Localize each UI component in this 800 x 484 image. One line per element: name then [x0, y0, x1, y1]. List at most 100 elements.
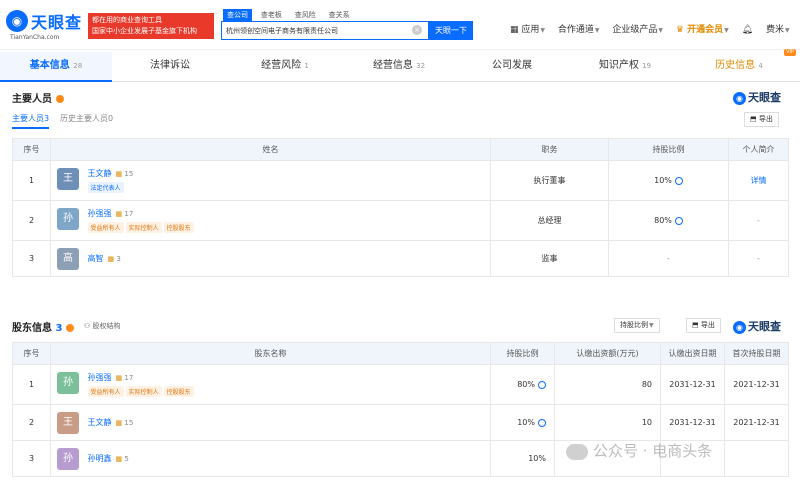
nav-user[interactable]: 费米▼ — [766, 22, 790, 35]
tab-ip[interactable]: 知识产权 19 — [568, 52, 682, 82]
holdings-badge[interactable]: ▦ 17 — [116, 210, 134, 218]
ratio-sort-button[interactable]: 持股比例▼ — [614, 318, 660, 333]
col-name: 姓名 — [50, 138, 491, 161]
history-icon[interactable] — [538, 418, 546, 427]
nav-apps[interactable]: ▦ 应用▼ — [510, 22, 545, 35]
export-label: 导出 — [758, 115, 773, 123]
shareholder-cell: 孙 孙强强 ▦ 17 受益所有人 实际控制人 控股股东 — [50, 364, 491, 405]
holdings-badge[interactable]: ▦ 3 — [108, 255, 121, 263]
holdings-badge[interactable]: ▦ 17 — [116, 374, 134, 382]
brand-logo: ◉ 天眼查 — [733, 318, 781, 334]
search-tab-boss[interactable]: 查老板 — [257, 9, 286, 21]
holdings-count: 15 — [124, 170, 134, 178]
tag-beneficiary: 受益所有人 — [87, 386, 124, 397]
col-amount[interactable]: 认缴出资额(万元) — [554, 342, 661, 365]
person-cell: 孙 孙强强 ▦ 17 受益所有人 实际控制人 控股股东 — [50, 200, 491, 241]
role: 执行董事 — [490, 160, 609, 201]
tab-count: 32 — [416, 62, 426, 70]
nav-bell[interactable]: 🔔︎ — [742, 25, 753, 35]
export-icon: ⬒ — [692, 321, 701, 329]
tab-history[interactable]: 历史信息 4 VIP — [682, 49, 796, 82]
table-header: 序号 股东名称 持股比例 认缴出资额(万元) 认缴出资日期 首次持股日期 — [12, 342, 789, 365]
col-shareholder: 股东名称 — [50, 342, 491, 365]
row-index: 1 — [12, 160, 51, 201]
tab-basic-info[interactable]: 基本信息 28 — [0, 52, 112, 82]
table-row: 1 王 王文静 ▦ 15 法定代表人 执行董事 10% 详情 — [12, 160, 789, 201]
section-tabs: 基本信息 28 法律诉讼 经营风险 1 经营信息 32 公司发展 知识产权 19… — [0, 49, 800, 82]
tab-business-info[interactable]: 经营信息 32 — [342, 52, 456, 82]
person-name-link[interactable]: 高智 — [88, 254, 104, 263]
role: 总经理 — [490, 200, 609, 241]
col-ratio[interactable]: 持股比例 — [490, 342, 555, 365]
col-index: 序号 — [12, 342, 51, 365]
hot-icon — [66, 324, 75, 332]
nav-user-label: 费米 — [765, 25, 784, 35]
person-name-link[interactable]: 孙强强 — [88, 209, 112, 218]
equity-structure-link[interactable]: ⚇ 股权结构 — [84, 321, 121, 331]
history-icon[interactable] — [538, 380, 546, 389]
personnel-table: 序号 姓名 职务 持股比例 个人简介 1 王 王文静 ▦ 15 法定代表人 执行董… — [12, 138, 789, 277]
logo[interactable]: ◉ 天眼查 TianYanCha.com — [6, 8, 86, 42]
search-button[interactable]: 天眼一下 — [429, 21, 473, 40]
export-button[interactable]: ⬒ 导出 — [744, 112, 779, 127]
col-first-date[interactable]: 首次持股日期 — [724, 342, 789, 365]
role: 监事 — [490, 240, 609, 277]
avatar: 高 — [57, 247, 79, 270]
history-icon[interactable] — [674, 216, 683, 225]
watermark-text: 公众号 · 电商头条 — [593, 442, 713, 460]
logo-text: 天眼查 — [31, 13, 83, 32]
nav-vip[interactable]: ♛ 开通会员▼ — [676, 22, 729, 35]
table-row: 2 王 王文静 ▦ 15 10% 10 2031-12-31 2021-12-31 — [12, 404, 789, 441]
table-row: 2 孙 孙强强 ▦ 17 受益所有人 实际控制人 控股股东 总经理 80% - — [12, 200, 789, 241]
search-type-tabs: 查公司 查老板 查风险 查关系 — [223, 9, 356, 21]
hot-icon — [56, 95, 64, 103]
export-button[interactable]: ⬒ 导出 — [686, 318, 721, 333]
ratio-cell: 10% — [608, 160, 729, 201]
first-date — [724, 440, 789, 477]
table-row: 1 孙 孙强强 ▦ 17 受益所有人 实际控制人 控股股东 80% 80 2031-1… — [12, 364, 789, 405]
first-date: 2021-12-31 — [724, 404, 789, 441]
holdings-badge[interactable]: ▦ 5 — [116, 455, 129, 463]
top-header: ◉ 天眼查 TianYanCha.com 都在用的商业查询工具 国家中小企业发展… — [0, 0, 800, 50]
subtab-history-personnel[interactable]: 历史主要人员0 — [60, 113, 113, 127]
search-tab-relation[interactable]: 查关系 — [325, 9, 354, 21]
history-icon[interactable] — [674, 176, 683, 185]
subtab-current-personnel[interactable]: 主要人员3 — [12, 113, 50, 129]
table-header: 序号 姓名 职务 持股比例 个人简介 — [12, 138, 789, 161]
tab-label: 历史信息 — [715, 60, 756, 71]
holdings-count: 15 — [124, 418, 134, 427]
tab-litigation[interactable]: 法律诉讼 — [112, 52, 228, 82]
col-role: 职务 — [490, 138, 609, 161]
nav-partner[interactable]: 合作通道▼ — [558, 22, 600, 35]
tab-label: 法律诉讼 — [150, 60, 190, 71]
col-date[interactable]: 认缴出资日期 — [660, 342, 725, 365]
tab-business-risk[interactable]: 经营风险 1 — [228, 52, 342, 82]
nav-enterprise[interactable]: 企业级产品▼ — [612, 22, 663, 35]
search-input[interactable] — [222, 22, 402, 39]
chevron-down-icon: ▼ — [540, 27, 546, 34]
shareholder-name-link[interactable]: 孙明鑫 — [88, 454, 112, 463]
clear-icon[interactable]: × — [412, 25, 422, 35]
chevron-down-icon: ▼ — [594, 27, 600, 34]
search-tab-company[interactable]: 查公司 — [223, 9, 252, 21]
row-index: 2 — [12, 404, 51, 441]
holdings-count: 17 — [124, 374, 134, 382]
col-bio: 个人简介 — [728, 138, 789, 161]
section-count: 3 — [55, 323, 63, 334]
table-row: 3 高 高智 ▦ 3 监事 - - — [12, 240, 789, 277]
holdings-badge[interactable]: ▦ 15 — [116, 419, 134, 427]
person-cell: 高 高智 ▦ 3 — [50, 240, 491, 277]
tag-controller: 实际控制人 — [125, 222, 162, 233]
ratio-cell: 10% — [490, 404, 555, 441]
bio-link[interactable]: 详情 — [751, 176, 767, 185]
search-tab-risk[interactable]: 查风险 — [291, 9, 320, 21]
shareholder-name-link[interactable]: 王文静 — [88, 418, 112, 427]
shareholder-name-link[interactable]: 孙强强 — [88, 373, 112, 382]
person-name-link[interactable]: 王文静 — [88, 169, 112, 178]
tab-development[interactable]: 公司发展 — [456, 52, 568, 82]
holdings-badge[interactable]: ▦ 15 — [116, 170, 134, 178]
ratio-cell: 80% — [608, 200, 729, 241]
promo-banner[interactable]: 都在用的商业查询工具 国家中小企业发展子基金旗下机构 — [88, 13, 214, 39]
ratio-value: 80% — [654, 216, 672, 225]
equity-structure-label: 股权结构 — [92, 322, 121, 330]
